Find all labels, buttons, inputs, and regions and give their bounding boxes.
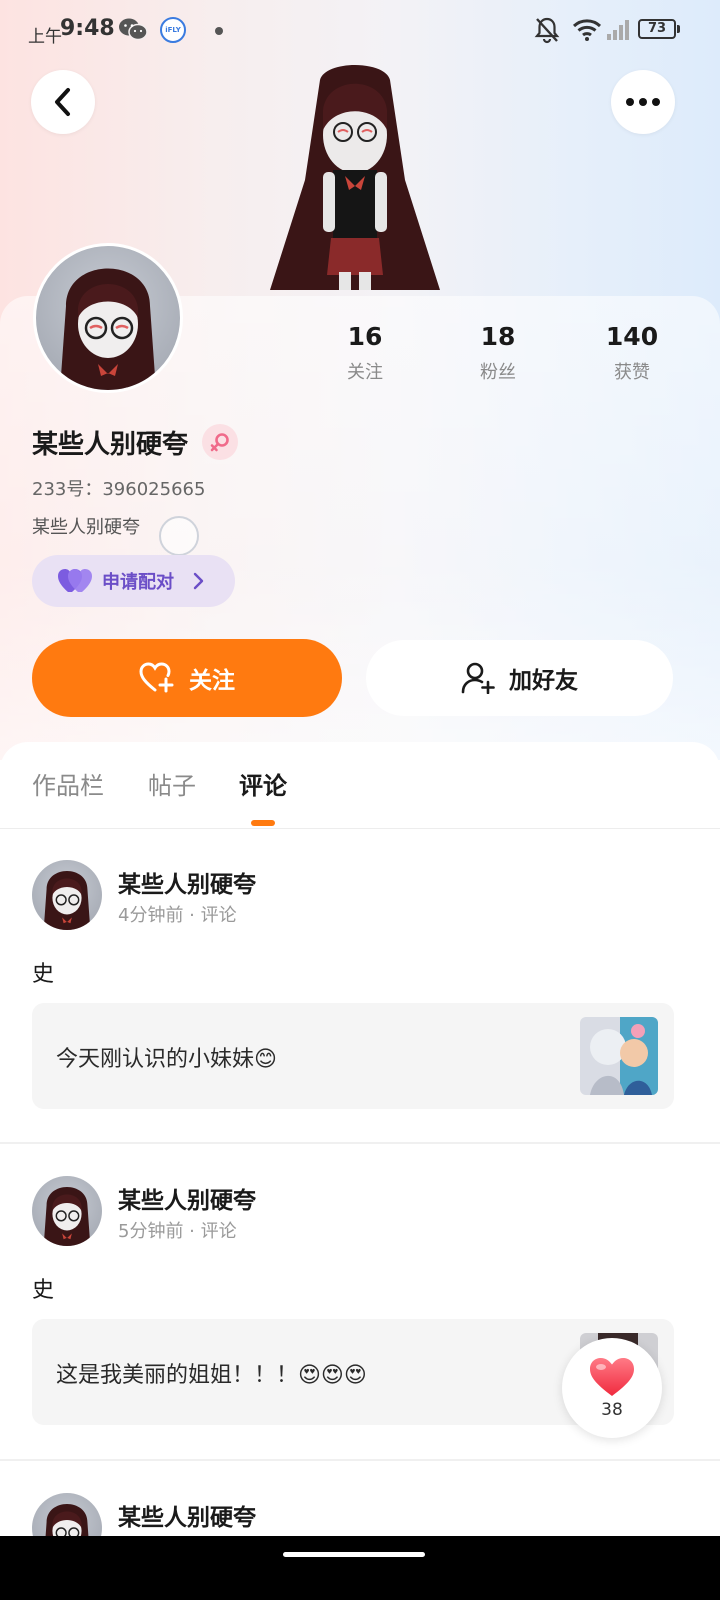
chevron-right-icon (193, 572, 204, 590)
character-figure-image (270, 65, 440, 290)
more-dots-icon (626, 98, 660, 106)
battery-cap (677, 25, 680, 33)
quoted-post-text: 今天刚认识的小妹妹😊 (56, 1047, 277, 1072)
post-author: 某些人别硬夸 (118, 872, 256, 898)
like-button[interactable]: 38 (562, 1338, 662, 1438)
add-user-icon (461, 662, 495, 694)
username: 某些人别硬夸 (32, 430, 189, 460)
post-avatar[interactable] (32, 1176, 102, 1246)
active-tab-indicator (251, 820, 275, 826)
tabs-divider (0, 828, 720, 829)
female-icon (210, 433, 229, 452)
post-separator (0, 1459, 720, 1461)
add-friend-label: 加好友 (509, 668, 578, 694)
post-meta: 5分钟前 · 评论 (118, 1221, 237, 1242)
touch-indicator (159, 516, 199, 556)
chevron-left-icon (55, 88, 70, 116)
user-bio: 某些人别硬夸 (32, 517, 140, 538)
stat-value: 140 (605, 322, 659, 351)
wifi-icon (572, 19, 602, 41)
clock: 9:48 (60, 16, 115, 41)
post-separator (0, 1142, 720, 1144)
double-heart-icon (58, 569, 92, 592)
female-gender-badge (202, 424, 238, 460)
add-friend-button[interactable]: 加好友 (366, 640, 673, 716)
back-button[interactable] (31, 70, 95, 134)
quoted-post-text: 这是我美丽的姐姐！！！😍😍😍 (56, 1363, 367, 1388)
ifly-icon: iFLY (160, 17, 186, 43)
user-id: 233号：396025665 (32, 479, 206, 500)
more-options-button[interactable] (611, 70, 675, 134)
quoted-post[interactable]: 今天刚认识的小妹妹😊 (32, 1003, 674, 1109)
post-author: 某些人别硬夸 (118, 1505, 256, 1531)
tab-posts[interactable]: 帖子 (148, 766, 196, 801)
pair-label: 申请配对 (102, 572, 174, 593)
avatar-image (43, 870, 91, 930)
post-avatar[interactable] (32, 860, 102, 930)
battery-level: 73 (638, 19, 676, 39)
stat-label: 获赞 (614, 362, 650, 383)
battery-icon: 73 (638, 19, 682, 41)
comment-text: 史 (32, 962, 55, 987)
avatar-image (43, 1186, 91, 1246)
like-count: 38 (601, 1400, 623, 1420)
signal-icon (607, 20, 629, 40)
quoted-post-thumbnail (580, 1017, 658, 1095)
request-pair-button[interactable]: 申请配对 (32, 555, 235, 607)
wechat-icon (119, 18, 148, 41)
home-gesture-handle[interactable] (283, 1552, 425, 1557)
heart-plus-icon (139, 662, 174, 693)
tab-works[interactable]: 作品栏 (32, 766, 104, 801)
post-meta: 4分钟前 · 评论 (118, 905, 237, 926)
follow-label: 关注 (189, 668, 235, 694)
tab-comments[interactable]: 评论 (239, 766, 287, 801)
stat-label: 粉丝 (480, 362, 516, 383)
time-prefix: 上午 (28, 27, 62, 47)
follow-button[interactable]: 关注 (32, 639, 342, 717)
stat-value: 16 (347, 322, 383, 351)
stat-value: 18 (480, 322, 516, 351)
stat-likes[interactable]: 140 获赞 (582, 322, 682, 384)
content-panel (0, 742, 720, 1602)
stat-label: 关注 (347, 362, 383, 383)
profile-avatar[interactable] (33, 243, 183, 393)
heart-icon (590, 1358, 634, 1396)
stat-followers[interactable]: 18 粉丝 (448, 322, 548, 384)
notification-dot-icon (215, 27, 223, 35)
muted-bell-icon (534, 17, 560, 44)
avatar-image (60, 268, 156, 390)
comment-text: 史 (32, 1278, 55, 1303)
stat-following[interactable]: 16 关注 (315, 322, 415, 384)
system-navigation-bar (0, 1536, 720, 1600)
status-bar: 上午 9:48 iFLY 73 (0, 0, 720, 60)
post-author: 某些人别硬夸 (118, 1188, 256, 1214)
